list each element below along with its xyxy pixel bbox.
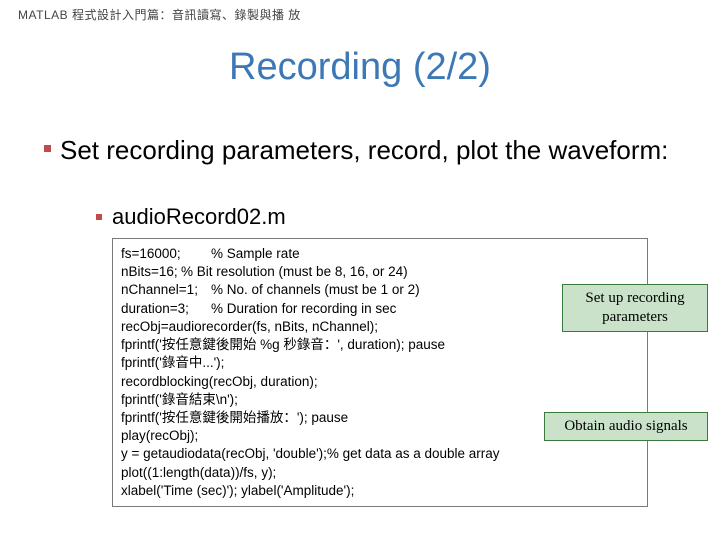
- slide-title: Recording (2/2): [0, 46, 720, 89]
- code-listing: fs=16000; % Sample rate nBits=16; % Bit …: [112, 238, 648, 507]
- course-header: MATLAB 程式設計入門篇：音訊讀寫、錄製與播 放: [18, 6, 301, 23]
- bullet-sub-filename: audioRecord02.m: [112, 204, 286, 230]
- callout-obtain-signals: Obtain audio signals: [544, 412, 708, 441]
- bullet-main: Set recording parameters, record, plot t…: [60, 134, 680, 167]
- callout-setup-parameters: Set up recording parameters: [562, 284, 708, 332]
- bullet-square-l2: [96, 214, 102, 220]
- bullet-square-l1: [44, 145, 51, 152]
